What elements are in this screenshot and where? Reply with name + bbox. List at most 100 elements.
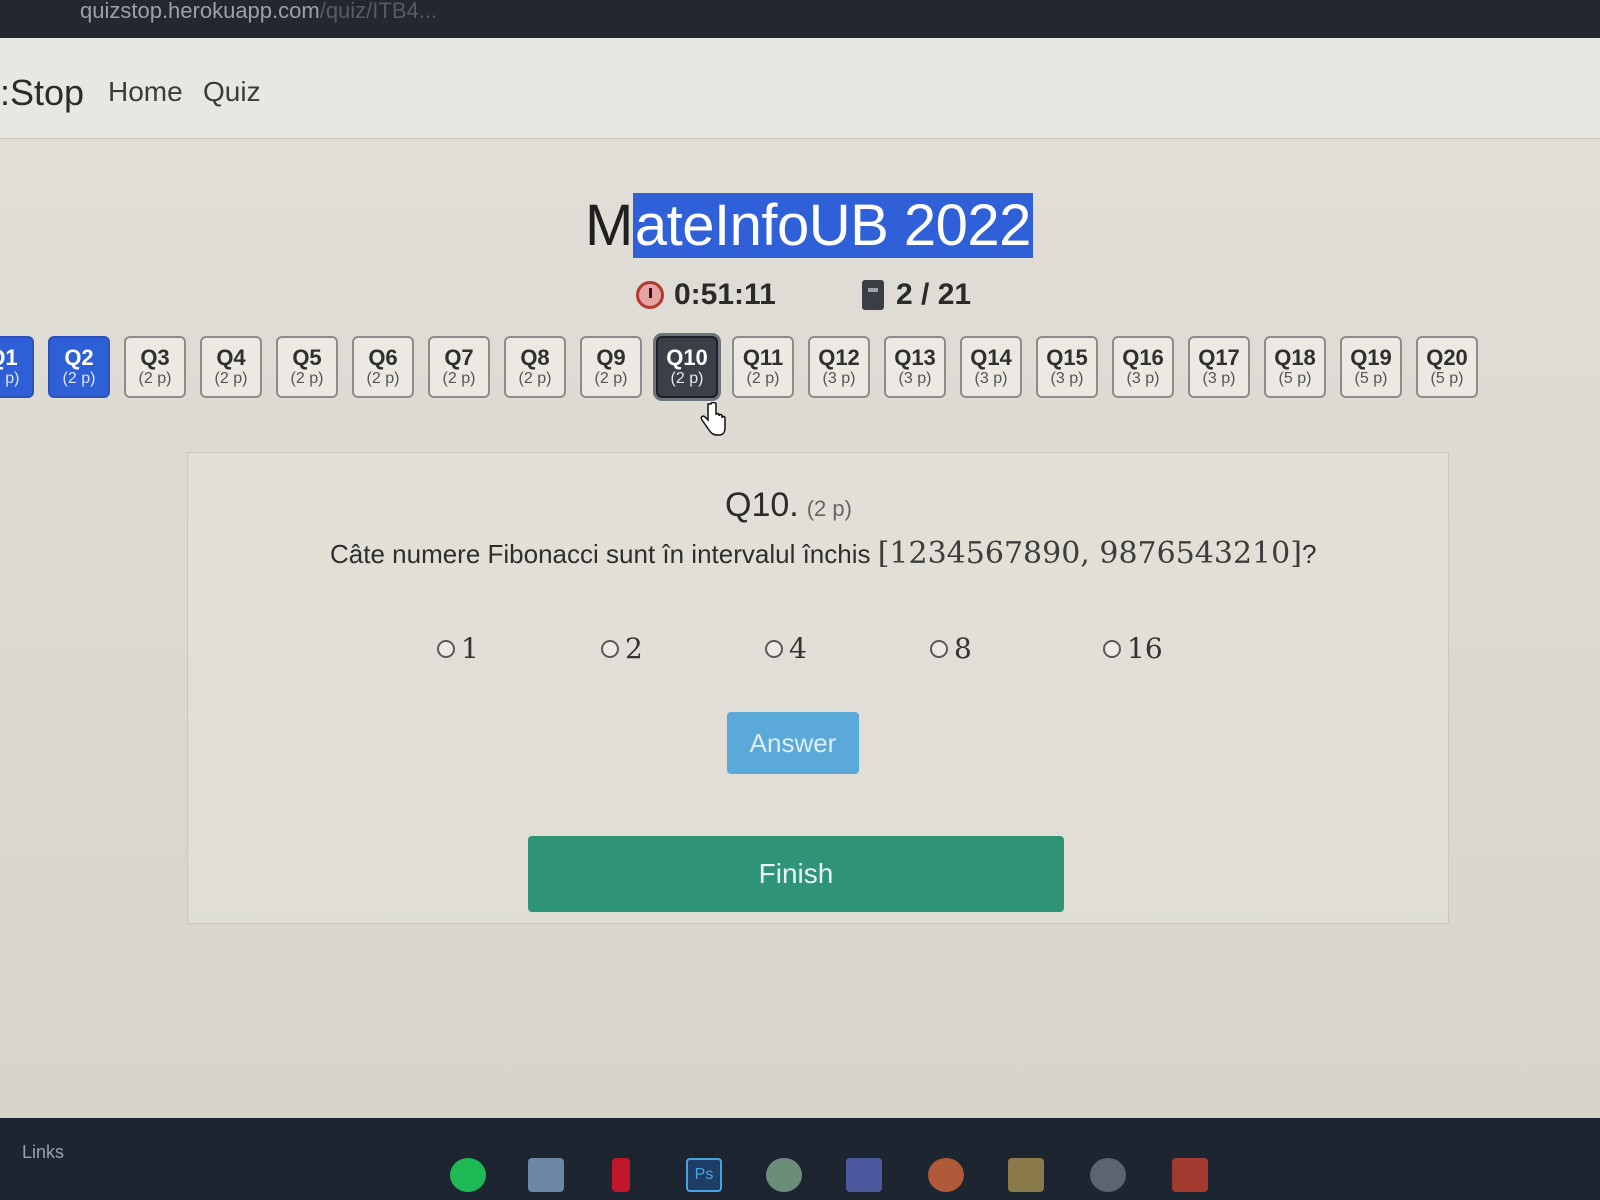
spotify-icon[interactable] [450, 1158, 486, 1192]
answer-option-1[interactable]: 1 [437, 632, 479, 665]
question-nav-points: (2 p) [670, 370, 704, 387]
question-nav-points: (3 p) [822, 370, 856, 387]
photoshop-icon[interactable]: Ps [686, 1158, 722, 1192]
question-nav-q17[interactable]: Q17 (3 p) [1188, 336, 1250, 398]
question-nav-q3[interactable]: Q3 (2 p) [124, 336, 186, 398]
question-nav-q13[interactable]: Q13 (3 p) [884, 336, 946, 398]
progress-counter: 2 / 21 [862, 278, 971, 312]
folder-icon[interactable] [1008, 1158, 1044, 1192]
question-nav-points: (2 p) [290, 370, 324, 387]
timer: 0:51:11 [636, 278, 776, 312]
question-nav-label: Q10 [666, 345, 708, 370]
question-nav-label: Q12 [818, 345, 860, 370]
radio-button[interactable] [930, 639, 948, 658]
question-nav-q4[interactable]: Q4 (2 p) [200, 336, 262, 398]
question-nav-q19[interactable]: Q19 (5 p) [1340, 336, 1402, 398]
question-nav-points: (2 p) [518, 370, 552, 387]
question-nav-q16[interactable]: Q16 (3 p) [1112, 336, 1174, 398]
radio-button[interactable] [765, 639, 783, 658]
answer-button[interactable]: Answer [727, 712, 859, 774]
question-heading: Q10. (2 p) [725, 486, 852, 525]
question-nav-q1[interactable]: Q1(2 p) [0, 336, 34, 398]
question-interval: [1234567890, 9876543210] [877, 536, 1302, 571]
timer-value: 0:51:11 [674, 278, 776, 311]
skype-icon[interactable] [766, 1158, 802, 1192]
radio-button[interactable] [437, 639, 455, 658]
teams-icon[interactable] [846, 1158, 882, 1192]
question-nav-label: Q20 [1426, 345, 1468, 370]
question-nav-points: (3 p) [1050, 370, 1084, 387]
question-nav-label: Q6 [368, 345, 398, 370]
question-nav-label: Q3 [140, 345, 170, 370]
question-nav-label: Q5 [292, 345, 322, 370]
finish-button[interactable]: Finish [528, 836, 1064, 912]
question-nav-label: Q9 [596, 345, 626, 370]
answer-option-16[interactable]: 16 [1103, 632, 1163, 665]
question-nav-q20[interactable]: Q20 (5 p) [1416, 336, 1478, 398]
question-nav-points: (2 p) [138, 370, 172, 387]
question-nav-points: (2 p) [214, 370, 248, 387]
screen: quizstop.herokuapp.com/quiz/ITB4... :Sto… [0, 0, 1600, 1200]
question-number: Q10. [725, 486, 799, 524]
question-nav-points: (2 p) [62, 370, 96, 387]
question-nav-label: Q15 [1046, 345, 1088, 370]
question-nav-label: Q8 [520, 345, 550, 370]
question-nav-q15[interactable]: Q15 (3 p) [1036, 336, 1098, 398]
question-nav-label: Q19 [1350, 345, 1392, 370]
question-nav-points: (2 p) [366, 370, 400, 387]
question-nav-q2[interactable]: Q2 (2 p) [48, 336, 110, 398]
question-nav-label: Q1 [0, 345, 18, 370]
question-nav-points: (3 p) [1126, 370, 1160, 387]
nav-link-home[interactable]: Home [108, 76, 183, 108]
radio-button[interactable] [601, 639, 619, 658]
question-nav-points: (3 p) [898, 370, 932, 387]
question-nav-q5[interactable]: Q5 (2 p) [276, 336, 338, 398]
question-nav-label: Q7 [444, 345, 474, 370]
browser-icon[interactable] [928, 1158, 964, 1192]
question-nav-points: (2 p) [594, 370, 628, 387]
taskbar-links-label[interactable]: Links [22, 1142, 64, 1163]
store-icon[interactable] [528, 1158, 564, 1192]
radio-button[interactable] [1103, 639, 1121, 658]
question-nav-q10[interactable]: Q10 (2 p) [656, 336, 718, 398]
browser-address-bar[interactable]: quizstop.herokuapp.com/quiz/ITB4... [0, 0, 1600, 38]
question-nav-q14[interactable]: Q14 (3 p) [960, 336, 1022, 398]
quiz-title: MateInfoUB 2022 [585, 193, 1033, 258]
hand-cursor-icon [700, 402, 726, 436]
question-nav-points: (2 p) [0, 370, 20, 387]
navbar: :Stop Home Quiz [0, 38, 1600, 139]
question-nav-label: Q2 [64, 345, 94, 370]
question-nav-label: Q18 [1274, 345, 1316, 370]
alarm-clock-icon [636, 281, 664, 309]
question-navigation: Q1(2 p)Q2(2 p)Q3(2 p)Q4(2 p)Q5(2 p)Q6(2 … [0, 336, 1478, 398]
question-nav-points: (5 p) [1430, 370, 1464, 387]
netflix-icon[interactable] [612, 1158, 630, 1192]
question-nav-q11[interactable]: Q11 (2 p) [732, 336, 794, 398]
brand-logo[interactable]: :Stop [0, 72, 84, 114]
question-nav-label: Q4 [216, 345, 246, 370]
question-nav-q8[interactable]: Q8 (2 p) [504, 336, 566, 398]
question-nav-q9[interactable]: Q9 (2 p) [580, 336, 642, 398]
answer-option-2[interactable]: 2 [601, 632, 643, 665]
question-nav-q7[interactable]: Q7 (2 p) [428, 336, 490, 398]
nav-link-quiz[interactable]: Quiz [203, 76, 261, 108]
question-nav-q12[interactable]: Q12 (3 p) [808, 336, 870, 398]
url-text[interactable]: quizstop.herokuapp.com/quiz/ITB4... [80, 0, 437, 22]
question-nav-q18[interactable]: Q18 (5 p) [1264, 336, 1326, 398]
chrome-icon[interactable] [1090, 1158, 1126, 1192]
question-nav-label: Q14 [970, 345, 1012, 370]
question-nav-label: Q16 [1122, 345, 1164, 370]
question-nav-label: Q11 [742, 345, 784, 370]
office-icon[interactable] [1172, 1158, 1208, 1192]
answer-option-4[interactable]: 4 [765, 632, 807, 665]
answer-option-8[interactable]: 8 [930, 632, 972, 665]
question-points: (2 p) [806, 496, 852, 521]
question-nav-label: Q17 [1198, 345, 1240, 370]
question-nav-points: (5 p) [1278, 370, 1312, 387]
question-nav-points: (5 p) [1354, 370, 1388, 387]
notebook-icon [862, 280, 884, 310]
question-nav-q6[interactable]: Q6 (2 p) [352, 336, 414, 398]
selected-text-highlight: ateInfoUB 2022 [632, 193, 1033, 258]
question-nav-label: Q13 [894, 345, 936, 370]
question-text: Câte numere Fibonacci sunt în intervalul… [330, 536, 1317, 571]
